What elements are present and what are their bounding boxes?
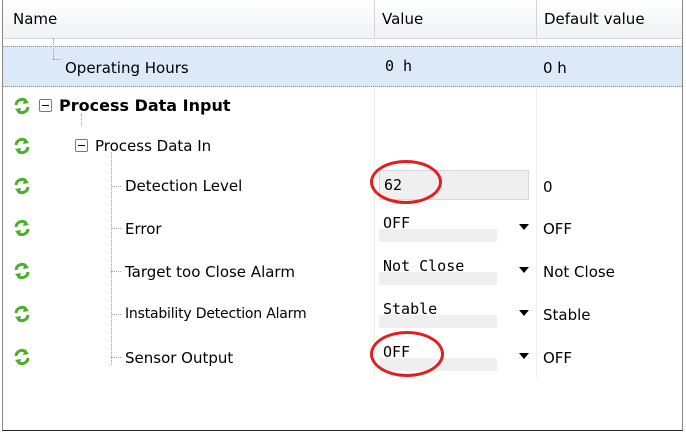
table-row[interactable]: Operating Hours 0 h 0 h xyxy=(3,39,682,87)
row-default: 0 xyxy=(543,178,553,196)
refresh-icon xyxy=(14,262,30,280)
row-name: Error xyxy=(125,220,162,238)
row-default: Not Close xyxy=(543,263,615,281)
collapse-toggle-icon[interactable] xyxy=(39,99,52,112)
dropdown-value: Not Close xyxy=(383,257,465,275)
column-header-value[interactable]: Value xyxy=(374,0,542,38)
row-name: Process Data In xyxy=(95,137,212,155)
table-row[interactable]: Instability Detection Alarm Stable Stabl… xyxy=(3,294,682,335)
row-value: 0 h xyxy=(385,57,413,75)
table-row[interactable]: Target too Close Alarm Not Close Not Clo… xyxy=(3,251,682,292)
table-row[interactable]: Detection Level 62 0 xyxy=(3,166,682,207)
row-default: OFF xyxy=(543,349,573,367)
row-default: OFF xyxy=(543,220,573,238)
refresh-icon xyxy=(14,97,30,115)
row-name: Sensor Output xyxy=(125,349,234,367)
error-dropdown[interactable]: OFF xyxy=(379,212,535,243)
table-row[interactable]: Error OFF OFF xyxy=(3,208,682,249)
refresh-icon xyxy=(14,137,30,155)
chevron-down-icon[interactable] xyxy=(519,310,529,316)
refresh-icon xyxy=(14,305,30,323)
chevron-down-icon[interactable] xyxy=(519,353,529,359)
chevron-down-icon[interactable] xyxy=(519,224,529,230)
row-name: Operating Hours xyxy=(65,59,189,77)
row-name: Target too Close Alarm xyxy=(125,263,295,281)
row-name: Detection Level xyxy=(125,177,243,195)
grid-header: Name Value Default value xyxy=(3,0,682,39)
row-default: 0 h xyxy=(543,59,567,77)
refresh-icon xyxy=(14,177,30,195)
column-header-default[interactable]: Default value xyxy=(536,0,684,38)
target-close-dropdown[interactable]: Not Close xyxy=(379,255,535,286)
row-default: Stable xyxy=(543,306,591,324)
refresh-icon xyxy=(14,219,30,237)
row-name: Instability Detection Alarm xyxy=(125,306,307,322)
dropdown-value: OFF xyxy=(383,214,411,232)
dropdown-value: Stable xyxy=(383,300,438,318)
table-row[interactable]: Process Data Input xyxy=(3,86,682,127)
table-row[interactable]: Sensor Output OFF OFF xyxy=(3,337,682,378)
table-row[interactable]: Process Data In xyxy=(3,114,682,167)
refresh-icon xyxy=(14,348,30,366)
row-name: Process Data Input xyxy=(59,96,231,115)
instability-dropdown[interactable]: Stable xyxy=(379,298,535,329)
column-header-name[interactable]: Name xyxy=(6,0,373,38)
chevron-down-icon[interactable] xyxy=(519,267,529,273)
dropdown-value: OFF xyxy=(383,343,411,361)
parameter-grid: Name Value Default value Operating Hours… xyxy=(2,0,683,431)
detection-level-input[interactable]: 62 xyxy=(379,170,529,200)
collapse-toggle-icon[interactable] xyxy=(75,139,88,152)
sensor-output-dropdown[interactable]: OFF xyxy=(379,341,535,372)
